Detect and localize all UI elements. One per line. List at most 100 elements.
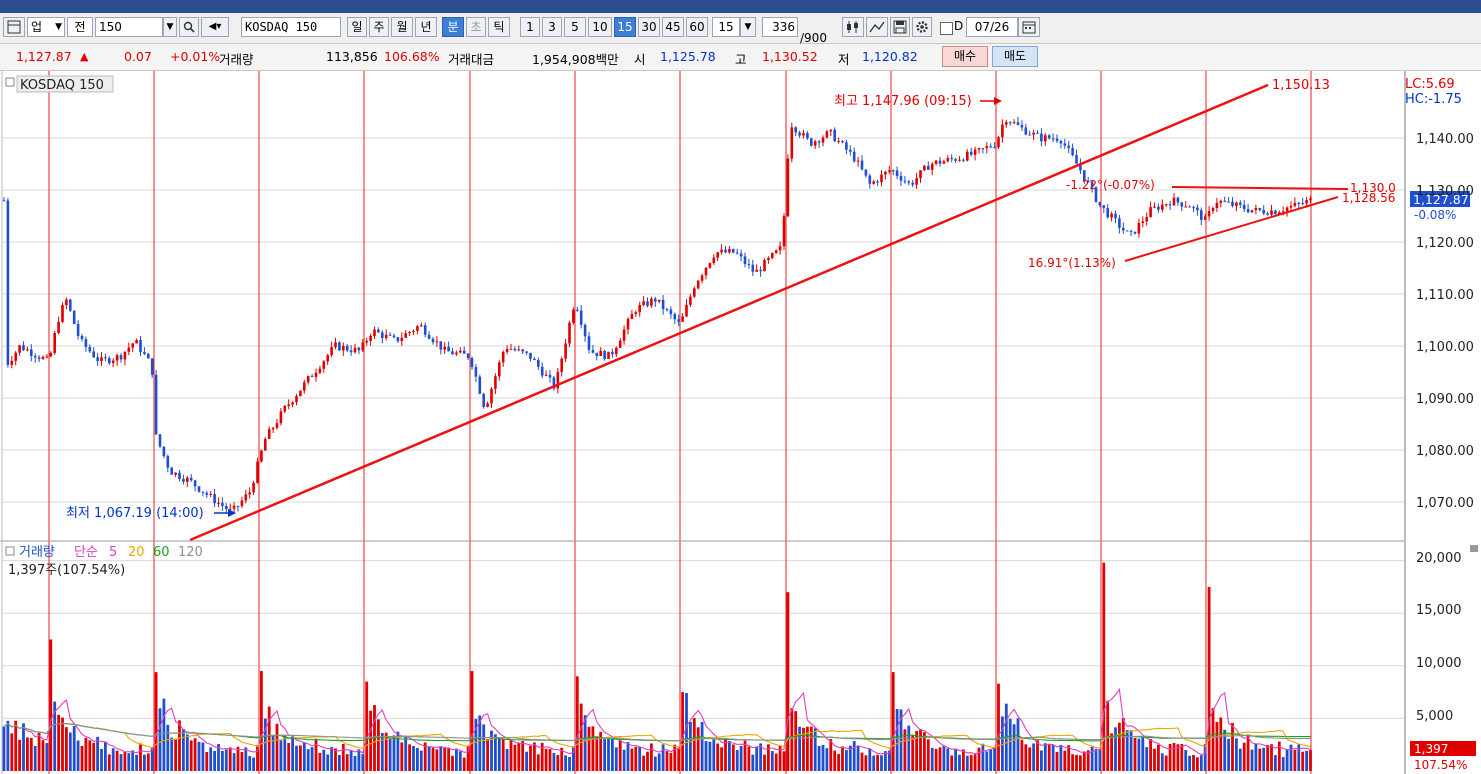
candle-body [170, 467, 173, 475]
volume-bar [185, 734, 189, 771]
period-button-week[interactable]: 주 [369, 17, 389, 37]
volume-bar [447, 748, 450, 771]
index-name-field: KOSDAQ 150 [241, 17, 341, 37]
period-button-day[interactable]: 일 [347, 17, 367, 37]
candle-body [946, 158, 950, 162]
volume-bar [349, 750, 353, 771]
market-dropdown[interactable]: 업 ▼ [27, 17, 65, 37]
candle-body [143, 352, 146, 354]
volume-bar [813, 728, 817, 771]
period-button-tick[interactable]: 틱 [488, 17, 510, 37]
minute-button-15[interactable]: 15 [614, 17, 636, 37]
d-checkbox[interactable] [940, 22, 953, 35]
volume-bar [669, 752, 673, 771]
candle-body [494, 376, 497, 389]
period-button-minute[interactable]: 분 [442, 17, 464, 37]
volume-bar [950, 755, 954, 771]
volume-bar [817, 745, 821, 771]
candle-body [771, 253, 774, 258]
candle-body [244, 494, 248, 501]
volume-bar [377, 719, 380, 771]
date-input[interactable]: 07/26 [966, 17, 1018, 37]
volume-bar [1184, 750, 1188, 771]
volume-bar [314, 738, 318, 771]
layout-icon[interactable] [3, 17, 25, 37]
volume-bar [556, 755, 560, 771]
period-button-month[interactable]: 월 [391, 17, 413, 37]
chevron-down-icon[interactable]: ▼ [740, 17, 756, 37]
volume-bar [1043, 743, 1047, 771]
candle-body [6, 200, 10, 365]
candle-body [1145, 217, 1148, 222]
candle-body [84, 339, 88, 347]
candle-style-icon[interactable] [842, 17, 864, 37]
history-icon[interactable]: ◀▾ [201, 17, 229, 37]
chevron-down-icon[interactable]: ▼ [163, 17, 177, 37]
period-toggle-button[interactable]: 전 [67, 17, 93, 37]
volume-bar [755, 746, 759, 771]
candle-body [1266, 213, 1269, 215]
candle-body [579, 310, 583, 325]
minute-button-10[interactable]: 10 [588, 17, 612, 37]
candle-body [131, 343, 134, 348]
volume-bar [45, 743, 49, 771]
volume-bar [915, 731, 918, 771]
code-input[interactable]: 150 [95, 17, 163, 37]
calendar-icon[interactable] [1018, 17, 1040, 37]
buy-button[interactable]: 매수 [942, 46, 988, 67]
candle-body [1289, 205, 1293, 208]
volume-bar [1055, 751, 1059, 771]
sell-button[interactable]: 매도 [992, 46, 1038, 67]
candle-body [708, 263, 712, 268]
candle-body [735, 252, 739, 254]
candle-body [876, 181, 879, 183]
volume-bar [774, 753, 778, 771]
candle-body [225, 505, 228, 510]
angle-label-top: -1.22°(-0.07%) [1066, 178, 1155, 192]
d-checkbox-label: D [954, 19, 964, 33]
volume-bar [65, 727, 68, 771]
minute-button-45[interactable]: 45 [662, 17, 684, 37]
volume-bar [143, 754, 146, 771]
candle-body [603, 350, 606, 360]
candle-body [661, 299, 665, 310]
candle-body [228, 508, 232, 510]
volume-bar [825, 748, 829, 771]
volume-bar [798, 726, 801, 771]
count-input[interactable]: 336 [762, 17, 798, 37]
panel-menu-icon[interactable] [1470, 545, 1478, 552]
volume-bar [997, 683, 1000, 771]
volume-bar [685, 693, 688, 771]
candle-body [934, 160, 938, 164]
save-icon[interactable] [890, 17, 910, 37]
candle-body [111, 360, 115, 364]
interval-input[interactable]: 15 [712, 17, 740, 37]
volume-bar [182, 728, 185, 771]
volume-bar [657, 753, 661, 771]
minute-button-5[interactable]: 5 [564, 17, 586, 37]
volume-bar [872, 755, 876, 771]
period-button-second[interactable]: 초 [466, 17, 486, 37]
volume-bar [310, 747, 314, 771]
period-button-year[interactable]: 년 [415, 17, 437, 37]
volume-bar [49, 639, 53, 771]
candle-body [938, 160, 942, 164]
gear-icon[interactable] [912, 17, 932, 37]
volume-bar [704, 741, 708, 771]
candle-body [1180, 202, 1184, 207]
candle-body [256, 461, 259, 483]
volume-bar [201, 742, 205, 771]
drawing-tool-icon[interactable] [866, 17, 888, 37]
volume-bar [1270, 744, 1273, 771]
minute-button-1[interactable]: 1 [520, 17, 540, 37]
minute-button-30[interactable]: 30 [638, 17, 660, 37]
minute-button-3[interactable]: 3 [542, 17, 562, 37]
volume-bar [224, 749, 228, 771]
search-icon[interactable] [179, 17, 199, 37]
volume-bar [427, 746, 431, 771]
minute-button-60[interactable]: 60 [686, 17, 708, 37]
candle-body [318, 368, 322, 373]
volume-bar [509, 739, 513, 771]
candle-body [349, 350, 353, 353]
volume-bar [1040, 750, 1043, 771]
